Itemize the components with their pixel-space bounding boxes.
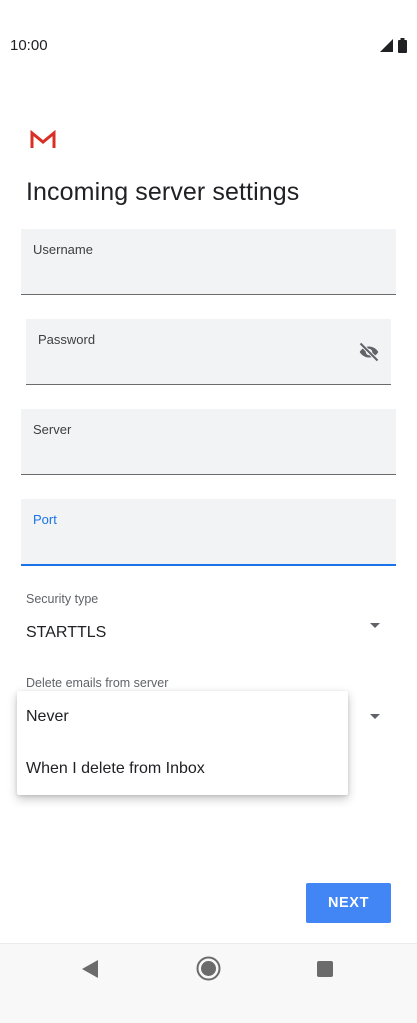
- port-field[interactable]: Port: [21, 499, 396, 566]
- chevron-down-icon[interactable]: [370, 714, 380, 719]
- battery-icon: [398, 38, 407, 53]
- chevron-down-icon[interactable]: [370, 623, 380, 628]
- menu-item-never[interactable]: Never: [17, 691, 348, 743]
- password-label: Password: [38, 332, 96, 347]
- username-label: Username: [33, 242, 93, 257]
- home-icon[interactable]: [196, 956, 221, 981]
- visibility-off-icon[interactable]: [357, 340, 381, 364]
- navigation-bar: [0, 943, 417, 1023]
- status-time: 10:00: [10, 37, 48, 54]
- port-label: Port: [33, 512, 57, 527]
- signal-icon: [380, 39, 393, 52]
- status-icons: [380, 38, 407, 53]
- server-field[interactable]: Server: [21, 409, 396, 475]
- menu-item-when-delete-from-inbox[interactable]: When I delete from Inbox: [17, 743, 348, 795]
- recents-icon[interactable]: [317, 961, 333, 977]
- username-field[interactable]: Username: [21, 229, 396, 295]
- status-bar: 10:00: [0, 0, 417, 92]
- next-button[interactable]: NEXT: [306, 883, 391, 923]
- gmail-logo: [30, 130, 56, 148]
- delete-emails-label: Delete emails from server: [26, 676, 169, 690]
- server-label: Server: [33, 422, 72, 437]
- page-title: Incoming server settings: [26, 178, 300, 206]
- password-field[interactable]: Password: [26, 319, 391, 385]
- security-type-label: Security type: [26, 592, 99, 606]
- security-type-value: STARTTLS: [26, 624, 107, 641]
- delete-emails-menu: Never When I delete from Inbox: [17, 691, 348, 795]
- back-icon[interactable]: [82, 960, 98, 978]
